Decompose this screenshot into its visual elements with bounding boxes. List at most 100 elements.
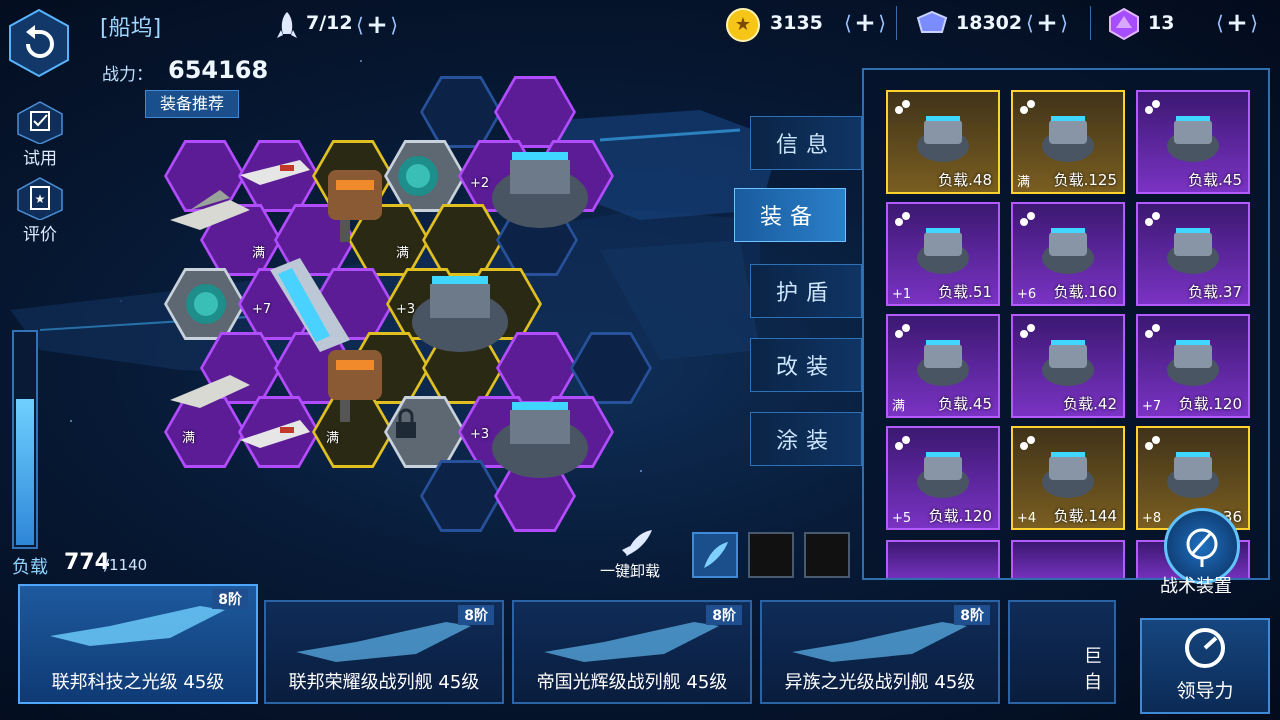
preset-slot-1[interactable] <box>692 532 738 578</box>
add-gold-button[interactable]: + <box>844 8 886 38</box>
load-bar-fill <box>16 398 34 545</box>
module-icon <box>1167 452 1219 498</box>
hex-label: +3 <box>470 427 490 442</box>
item-load: 负载.45 <box>938 395 992 413</box>
inventory-item[interactable]: +7 负载.120 <box>1136 314 1250 418</box>
module-icon <box>1167 340 1219 386</box>
inventory-item[interactable]: +4 负载.144 <box>1011 426 1125 530</box>
ship-tier: 8阶 <box>706 605 742 625</box>
item-load: 负载.125 <box>1053 171 1117 189</box>
ship-tier: 8阶 <box>954 605 990 625</box>
tab-shield[interactable]: 护盾 <box>750 264 862 318</box>
tab-equipment[interactable]: 装备 <box>734 188 846 242</box>
item-load: 负载.144 <box>1053 507 1117 525</box>
add-gem-button[interactable]: + <box>1216 8 1258 38</box>
item-load: 负载.120 <box>1178 395 1242 413</box>
tactical-device-label: 战术装置 <box>1160 576 1232 597</box>
item-tag: +5 <box>892 511 912 526</box>
item-tag: +8 <box>1142 511 1162 526</box>
leadership-button[interactable]: 领导力 <box>1140 618 1270 714</box>
preset-slot-3[interactable] <box>804 532 850 578</box>
svg-text:★: ★ <box>35 192 46 206</box>
back-button[interactable] <box>8 8 70 78</box>
power-value: 654168 <box>168 56 269 84</box>
inventory-item[interactable]: +1 负载.51 <box>886 202 1000 306</box>
gem-icon <box>1108 7 1140 41</box>
item-load: 负载.51 <box>938 283 992 301</box>
item-load: 负载.45 <box>1188 171 1242 189</box>
divider <box>1090 6 1091 40</box>
ship-card-partial[interactable]: 巨自 <box>1008 600 1116 704</box>
load-bar <box>12 330 38 549</box>
inventory-item[interactable]: 负载.37 <box>1136 202 1250 306</box>
ship-tier: 8阶 <box>212 589 248 609</box>
inventory-panel: 负载.48 满负载.125 负载.45 +1 负载.51 +6 负载.160 负载.37 满负载… <box>862 68 1270 580</box>
ship-card[interactable]: 8阶 异族之光级战列舰 45级 <box>760 600 1000 704</box>
module-icon <box>1042 228 1094 274</box>
inventory-item[interactable]: 负载.48 <box>886 90 1000 194</box>
inventory-item[interactable]: 负载.45 <box>1136 90 1250 194</box>
inventory-item[interactable] <box>886 540 1000 578</box>
unload-all-button[interactable]: 一键卸载 <box>600 560 660 581</box>
divider <box>896 6 897 40</box>
beam-cannon-icon <box>270 258 350 352</box>
module-icon <box>917 116 969 162</box>
module-icon <box>1167 116 1219 162</box>
item-load: 负载.160 <box>1053 283 1117 301</box>
inventory-item[interactable]: +5 负载.120 <box>886 426 1000 530</box>
fleet-count: 7/12 <box>306 12 353 34</box>
gem-value: 13 <box>1148 12 1175 34</box>
equipped-modules <box>170 152 588 478</box>
tab-modify[interactable]: 改装 <box>750 338 862 392</box>
cannon-module-icon <box>412 152 588 478</box>
unload-icon[interactable] <box>618 526 658 560</box>
review-icon: ★ <box>17 177 63 220</box>
add-crystal-button[interactable]: + <box>1026 8 1068 38</box>
tab-paint[interactable]: 涂装 <box>750 412 862 466</box>
compass-icon <box>1186 528 1218 567</box>
inventory-item[interactable]: 满 负载.125 <box>1011 90 1125 194</box>
ship-card[interactable]: 8阶 帝国光辉级战列舰 45级 <box>512 600 752 704</box>
gold-value: 3135 <box>770 12 823 34</box>
item-tag: +4 <box>1017 511 1037 526</box>
trial-label: 试用 <box>23 149 57 169</box>
ship-icon <box>544 622 719 662</box>
ship-icon <box>792 622 967 662</box>
add-fleet-button[interactable]: + <box>356 10 398 40</box>
rocket-icon <box>276 10 298 40</box>
inventory-item[interactable]: 满 负载.45 <box>886 314 1000 418</box>
ship-name: 异族之光级战列舰 45级 <box>784 672 976 693</box>
trial-button[interactable]: 试用 <box>8 100 72 169</box>
gauge-icon <box>1185 628 1225 668</box>
module-icon <box>1042 116 1094 162</box>
item-load: 负载.120 <box>928 507 992 525</box>
lock-icon <box>396 408 416 438</box>
inventory-item[interactable]: 负载.42 <box>1011 314 1125 418</box>
module-icon <box>1042 340 1094 386</box>
inventory-item[interactable] <box>1011 540 1125 578</box>
review-label: 评价 <box>23 225 57 245</box>
tab-info[interactable]: 信息 <box>750 116 862 170</box>
item-load: 负载.37 <box>1188 283 1242 301</box>
item-load: 负载.42 <box>1063 395 1117 413</box>
ship-tier: 8阶 <box>458 605 494 625</box>
module-icon <box>1167 228 1219 274</box>
leadership-label: 领导力 <box>1176 680 1234 702</box>
hex-label: 满 <box>182 431 196 446</box>
crystal-value: 18302 <box>956 12 1023 34</box>
checklist-icon <box>17 101 63 144</box>
review-button[interactable]: ★ 评价 <box>8 176 72 245</box>
power-label: 战力： <box>102 65 153 85</box>
page-title: [船坞] <box>100 16 162 41</box>
ship-name: 帝国光辉级战列舰 45级 <box>536 672 728 693</box>
load-label: 负载 <box>12 557 48 578</box>
crystal-icon <box>914 10 950 38</box>
module-icon <box>917 228 969 274</box>
ship-card[interactable]: 8阶 联邦荣耀级战列舰 45级 <box>264 600 504 704</box>
item-tag: +6 <box>1017 287 1037 302</box>
preset-slot-2[interactable] <box>748 532 794 578</box>
ship-card-selected[interactable]: 8阶 联邦科技之光级 45级 <box>18 584 258 704</box>
back-arrow-icon <box>9 8 69 78</box>
inventory-item[interactable]: +6 负载.160 <box>1011 202 1125 306</box>
recommend-button[interactable]: 装备推荐 <box>145 90 239 118</box>
